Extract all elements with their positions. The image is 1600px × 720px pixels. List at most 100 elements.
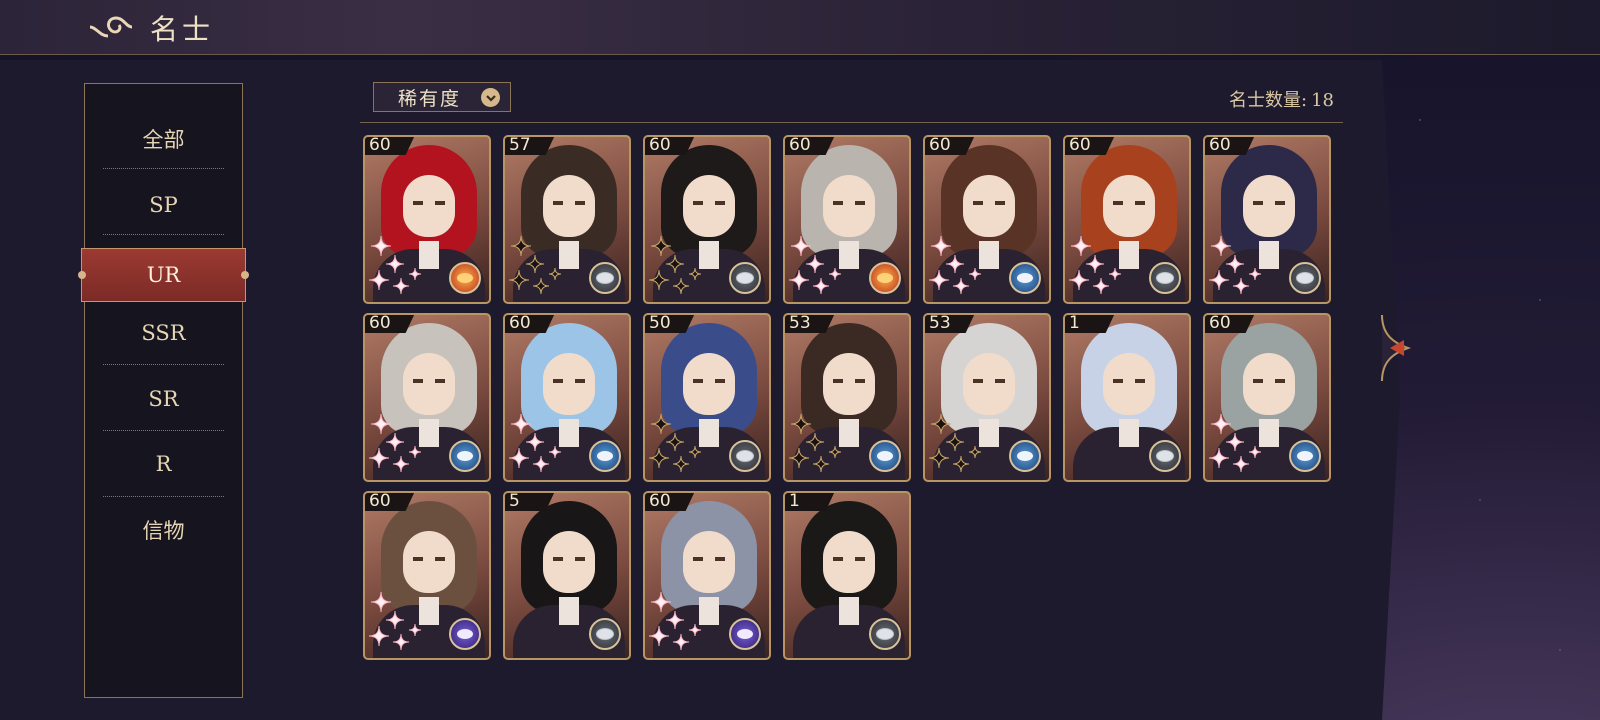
hero-card[interactable]: 1 xyxy=(1063,313,1191,482)
divider xyxy=(360,122,1343,123)
hero-card[interactable]: 60 xyxy=(783,135,911,304)
emblem-core xyxy=(596,628,614,640)
faction-emblem-icon xyxy=(589,440,621,472)
hero-card[interactable]: 60 xyxy=(363,491,491,660)
hero-portrait-eyes xyxy=(553,557,585,561)
hero-portrait-eyes xyxy=(1113,201,1145,205)
hero-portrait-face xyxy=(683,353,735,415)
hero-portrait-eyes xyxy=(693,557,725,561)
faction-emblem-icon xyxy=(729,618,761,650)
faction-emblem-icon xyxy=(1289,262,1321,294)
star-rank-icon xyxy=(1208,413,1262,473)
hero-portrait-face xyxy=(963,175,1015,237)
hero-portrait-eyes xyxy=(833,379,865,383)
faction-emblem-icon xyxy=(1149,262,1181,294)
hero-portrait-eyes xyxy=(973,201,1005,205)
star-rank-icon xyxy=(1068,235,1122,295)
emblem-core xyxy=(877,273,893,283)
hero-portrait-eyes xyxy=(553,201,585,205)
divider xyxy=(103,234,224,235)
sidebar-item-token[interactable]: 信物 xyxy=(85,497,242,563)
hero-card[interactable]: 60 xyxy=(503,313,631,482)
ornament-dot xyxy=(241,271,249,279)
hero-portrait-collar xyxy=(559,597,579,625)
divider xyxy=(103,364,224,365)
star-rank-icon xyxy=(508,413,562,473)
emblem-core xyxy=(1297,451,1313,461)
emblem-core xyxy=(876,628,894,640)
hero-card[interactable]: 60 xyxy=(643,491,771,660)
faction-emblem-icon xyxy=(449,618,481,650)
faction-emblem-icon xyxy=(589,262,621,294)
hero-card[interactable]: 60 xyxy=(363,313,491,482)
emblem-core xyxy=(597,451,613,461)
faction-emblem-icon xyxy=(1009,440,1041,472)
emblem-core xyxy=(736,450,754,462)
star-rank-icon xyxy=(508,235,562,295)
faction-emblem-icon xyxy=(869,262,901,294)
emblem-core xyxy=(457,629,473,639)
hero-portrait-face xyxy=(543,531,595,593)
sidebar-item-ssr[interactable]: SSR xyxy=(85,300,242,366)
sidebar-item-sr[interactable]: SR xyxy=(85,366,242,432)
ornament-dot xyxy=(78,271,86,279)
count-label: 名士数量: xyxy=(1229,90,1308,111)
star-rank-icon xyxy=(648,235,702,295)
sidebar-item-r[interactable]: R xyxy=(85,431,242,497)
faction-emblem-icon xyxy=(869,618,901,650)
faction-emblem-icon xyxy=(589,618,621,650)
sidebar-item-ur[interactable]: UR xyxy=(78,248,249,302)
hero-card[interactable]: 1 xyxy=(783,491,911,660)
hero-card[interactable]: 60 xyxy=(923,135,1051,304)
hero-portrait-face xyxy=(543,175,595,237)
faction-emblem-icon xyxy=(869,440,901,472)
chevron-down-icon xyxy=(481,88,500,107)
star-rank-icon xyxy=(368,591,422,651)
sidebar-item-all[interactable]: 全部 xyxy=(85,106,242,172)
hero-portrait-face xyxy=(403,353,455,415)
hero-card[interactable]: 60 xyxy=(1203,313,1331,482)
faction-emblem-icon xyxy=(1289,440,1321,472)
star-rank-icon xyxy=(368,235,422,295)
emblem-core xyxy=(877,451,893,461)
hero-card[interactable]: 53 xyxy=(783,313,911,482)
emblem-core xyxy=(596,272,614,284)
hero-portrait-eyes xyxy=(973,379,1005,383)
hero-card[interactable]: 60 xyxy=(1063,135,1191,304)
hero-portrait-face xyxy=(1243,175,1295,237)
faction-emblem-icon xyxy=(1009,262,1041,294)
filter-label: 稀有度 xyxy=(398,87,462,110)
hero-portrait-collar xyxy=(1119,419,1139,447)
hero-portrait-eyes xyxy=(693,201,725,205)
hero-portrait-face xyxy=(683,175,735,237)
hero-portrait-eyes xyxy=(1113,379,1145,383)
hero-portrait-eyes xyxy=(553,379,585,383)
hero-card-grid: 60 57 60 60 60 60 60 60 60 50 53 53 1 60 60 5 60 1 xyxy=(363,135,1343,665)
sidebar-item-sp[interactable]: SP xyxy=(85,172,242,238)
hero-portrait-eyes xyxy=(833,557,865,561)
rarity-filter-dropdown[interactable]: 稀有度 xyxy=(373,82,511,112)
hero-card[interactable]: 5 xyxy=(503,491,631,660)
hero-card[interactable]: 60 xyxy=(643,135,771,304)
emblem-core xyxy=(1296,272,1314,284)
hero-card[interactable]: 53 xyxy=(923,313,1051,482)
collapse-arrow-icon[interactable] xyxy=(1380,315,1412,381)
hero-card[interactable]: 50 xyxy=(643,313,771,482)
star-rank-icon xyxy=(788,413,842,473)
hero-portrait-face xyxy=(963,353,1015,415)
hero-portrait-eyes xyxy=(413,557,445,561)
emblem-core xyxy=(457,273,473,283)
emblem-core xyxy=(1017,451,1033,461)
page-title: 名士 xyxy=(150,13,215,46)
hero-portrait-collar xyxy=(839,597,859,625)
hero-portrait-face xyxy=(403,531,455,593)
hero-card[interactable]: 57 xyxy=(503,135,631,304)
hero-count: 名士数量: 18 xyxy=(1229,86,1334,112)
emblem-core xyxy=(1017,273,1033,283)
hero-portrait-face xyxy=(543,353,595,415)
hero-card[interactable]: 60 xyxy=(1203,135,1331,304)
rarity-sidebar: 全部 SP SSR SR R 信物 xyxy=(84,83,243,698)
header-bar: 名士 xyxy=(0,0,1600,55)
hero-card[interactable]: 60 xyxy=(363,135,491,304)
star-rank-icon xyxy=(1208,235,1262,295)
